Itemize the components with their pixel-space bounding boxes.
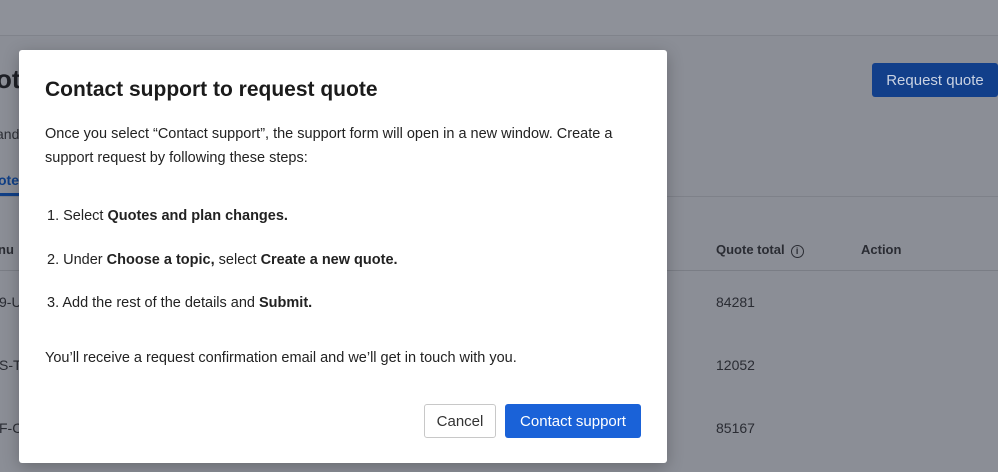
step-bold: Submit.: [259, 295, 313, 311]
column-header-quote-total: Quote total i: [716, 242, 804, 258]
confirmation-note: You’ll receive a request confirmation em…: [45, 350, 517, 366]
column-header-number: nu: [0, 242, 14, 257]
column-header-action: Action: [861, 242, 902, 257]
row-total: 12052: [716, 357, 755, 373]
cancel-button[interactable]: Cancel: [424, 404, 496, 438]
step-2: 2. Under Choose a topic, select Create a…: [47, 252, 398, 268]
step-text: select: [214, 252, 261, 268]
row-total: 85167: [716, 420, 755, 436]
info-icon[interactable]: i: [790, 245, 804, 258]
step-text: Under: [63, 252, 107, 268]
step-number: 1.: [47, 208, 60, 224]
tab-quotes[interactable]: ote: [0, 172, 19, 196]
step-number: 3.: [47, 295, 60, 311]
step-1: 1. Select Quotes and plan changes.: [47, 208, 288, 224]
request-quote-button[interactable]: Request quote: [872, 63, 998, 97]
step-text: Add the rest of the details and: [62, 295, 260, 311]
step-text: Select: [63, 208, 108, 224]
quote-total-label: Quote total: [716, 242, 785, 257]
dialog-title: Contact support to request quote: [45, 78, 378, 101]
dialog-intro: Once you select “Contact support”, the s…: [45, 126, 613, 166]
contact-support-button[interactable]: Contact support: [505, 404, 641, 438]
step-bold: Quotes and plan changes.: [107, 208, 288, 224]
row-total: 84281: [716, 294, 755, 310]
step-bold: Choose a topic,: [106, 252, 215, 268]
step-3: 3. Add the rest of the details and Submi…: [47, 295, 312, 311]
page-subtitle: and: [0, 126, 20, 142]
step-bold: Create a new quote.: [260, 252, 398, 268]
step-number: 2.: [47, 252, 60, 268]
page-title: ot: [0, 64, 21, 94]
top-bar: [0, 0, 998, 36]
